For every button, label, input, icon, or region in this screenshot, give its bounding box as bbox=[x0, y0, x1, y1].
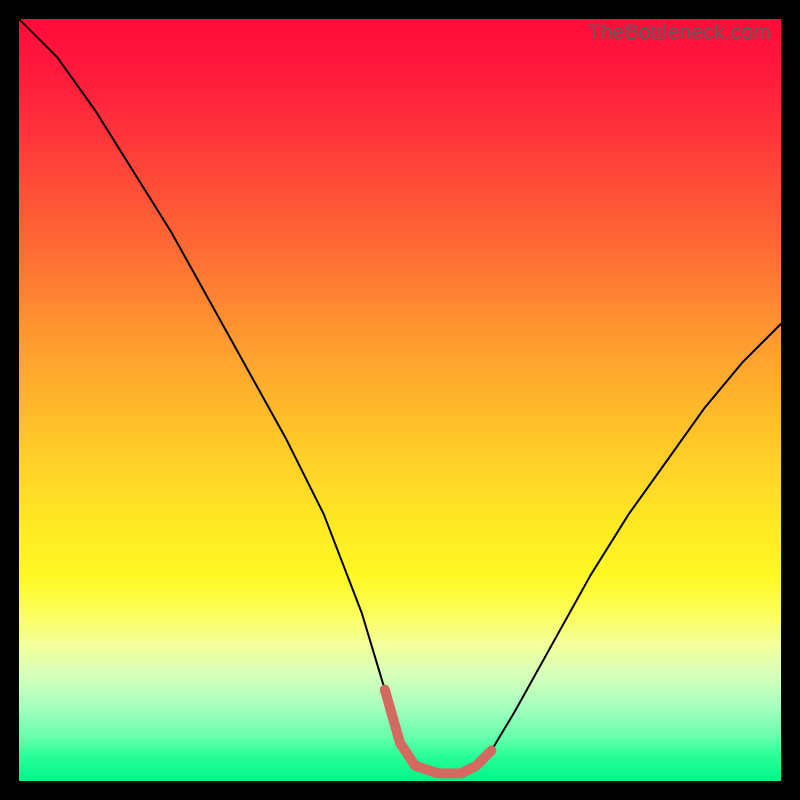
chart-plot-area: TheBottleneck.com bbox=[19, 19, 781, 781]
chart-svg-layer bbox=[19, 19, 781, 781]
optimal-range-highlight bbox=[385, 690, 492, 774]
bottleneck-curve bbox=[19, 19, 781, 773]
chart-frame: TheBottleneck.com bbox=[0, 0, 800, 800]
